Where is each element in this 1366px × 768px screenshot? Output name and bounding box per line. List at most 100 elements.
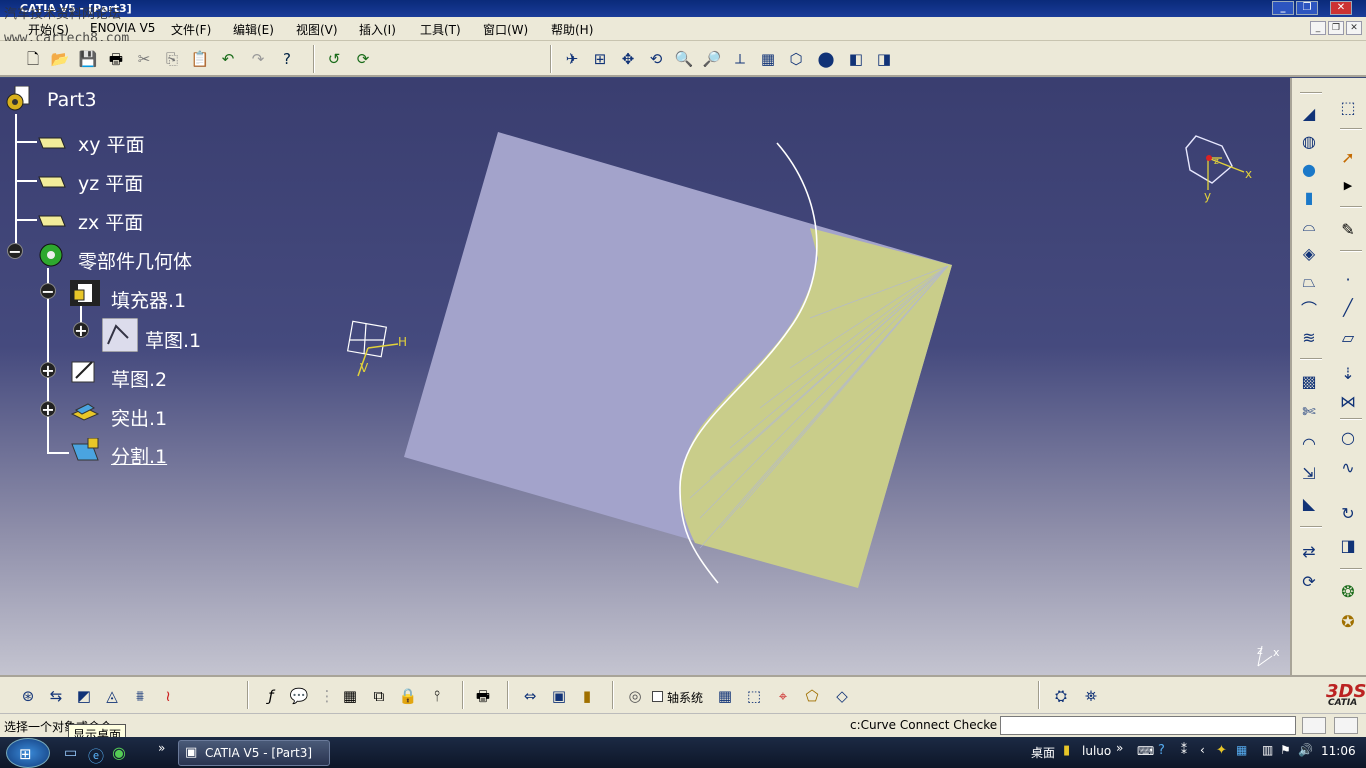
cut-icon[interactable]: ✂	[133, 48, 155, 70]
join-icon[interactable]: ▩	[1297, 370, 1321, 394]
design-table-icon[interactable]: ⋮	[316, 685, 338, 707]
close-button[interactable]: ✕	[1330, 1, 1352, 15]
print-icon[interactable]: 🖶	[105, 48, 127, 70]
status-button-2[interactable]	[1334, 717, 1358, 734]
geometry-canvas[interactable]: H V x y z x z	[0, 78, 1290, 675]
construction-icon[interactable]: ⬠	[801, 685, 823, 707]
tray-app2-icon[interactable]: ▦	[1236, 743, 1247, 757]
sketcher-icon[interactable]: ⬚	[1336, 96, 1360, 120]
sketch-tool-icon[interactable]: ✎	[1336, 218, 1360, 242]
tray-arrow-icon[interactable]: ‹	[1200, 743, 1205, 757]
analysis-icon[interactable]: ⛯	[1080, 685, 1102, 707]
repetition-icon[interactable]: ↻	[1336, 502, 1360, 526]
apply-material-icon[interactable]: ⇔	[519, 685, 541, 707]
sphere-icon[interactable]: ●	[1297, 158, 1321, 182]
copy-icon[interactable]: ⎘	[161, 48, 183, 70]
status-button-1[interactable]	[1302, 717, 1326, 734]
clock[interactable]: 11:06	[1321, 744, 1356, 758]
surface-analysis-icon[interactable]: ◨	[1336, 534, 1360, 558]
menu-file[interactable]: 文件(F)	[171, 21, 211, 38]
start-button[interactable]: ⊞	[6, 738, 50, 768]
offset-surface-icon[interactable]: ⌓	[1297, 214, 1321, 238]
collapse-toggle[interactable]: −	[7, 243, 23, 260]
tree-item-zx-plane[interactable]: zx 平面	[78, 208, 143, 235]
loft-icon[interactable]: ⌒	[1297, 298, 1321, 322]
tree-root-label[interactable]: Part3	[47, 89, 97, 111]
snap-to-point-icon[interactable]: ⌖	[772, 685, 794, 707]
tree-item-sketch2[interactable]: 草图.2	[111, 365, 167, 392]
cylinder-icon[interactable]: ▮	[1297, 186, 1321, 210]
user-toolbar-label[interactable]: luluo	[1082, 744, 1111, 758]
tree-item-pad[interactable]: 突出.1	[111, 404, 167, 431]
menu-window[interactable]: 窗口(W)	[483, 21, 528, 38]
fill-icon[interactable]	[70, 280, 100, 306]
select-arrow-icon[interactable]: ➚	[1336, 146, 1360, 170]
zoom-out-icon[interactable]: 🔎	[701, 48, 723, 70]
fit-all-icon[interactable]: ⊞	[589, 48, 611, 70]
part-gear-icon[interactable]	[3, 86, 33, 112]
multi-view-icon[interactable]: ▦	[757, 48, 779, 70]
extrude-surface-icon[interactable]: ◢	[1297, 102, 1321, 126]
photo-icon[interactable]: ▣	[548, 685, 570, 707]
tree-item-sketch1[interactable]: 草图.1	[145, 326, 201, 353]
porcupine-icon[interactable]: ⩩	[129, 685, 151, 707]
show-desktop-icon[interactable]: ▭	[64, 745, 77, 761]
menu-help[interactable]: 帮助(H)	[551, 21, 593, 38]
doc-restore-button[interactable]: ❐	[1328, 21, 1344, 35]
expand-toggle[interactable]: +	[73, 322, 89, 339]
redo-icon[interactable]: ↷	[247, 48, 269, 70]
fillet-icon[interactable]: ◣	[1297, 492, 1321, 516]
update-all-icon[interactable]: ⟳	[352, 48, 374, 70]
formula-icon[interactable]: ƒ	[260, 685, 282, 707]
pan-icon[interactable]: ✥	[617, 48, 639, 70]
line-icon[interactable]: ╱	[1336, 296, 1360, 320]
swap-space-icon[interactable]: ◨	[873, 48, 895, 70]
volume-icon[interactable]: 🔊	[1298, 743, 1313, 757]
table-icon[interactable]: ▦	[339, 685, 361, 707]
axis-system-checkbox[interactable]	[652, 691, 663, 702]
expand-toggle[interactable]: +	[40, 362, 56, 379]
tree-item-fill[interactable]: 填充器.1	[111, 286, 186, 313]
whats-this-icon[interactable]: ?	[276, 48, 298, 70]
shading-icon[interactable]: ⬤	[815, 48, 837, 70]
fly-mode-icon[interactable]: ✈	[561, 48, 583, 70]
ie-icon[interactable]: ⓔ	[88, 743, 104, 767]
curvature-comb-icon[interactable]: ≀	[157, 685, 179, 707]
knowledge-icon[interactable]: ❂	[1336, 580, 1360, 604]
lock-icon[interactable]: 🔒	[397, 685, 419, 707]
body-gear-icon[interactable]	[36, 242, 66, 268]
normal-view-icon[interactable]: ⟂	[729, 48, 751, 70]
plane-icon[interactable]	[37, 169, 67, 195]
save-icon[interactable]: 💾	[77, 48, 99, 70]
sweep-icon[interactable]: ◈	[1297, 242, 1321, 266]
open-icon[interactable]: 📂	[49, 48, 71, 70]
flag-icon[interactable]: ⚑	[1280, 743, 1291, 757]
plane-icon[interactable]	[37, 208, 67, 234]
desktop-toolbar-label[interactable]: 桌面	[1031, 744, 1055, 761]
work-on-support-icon[interactable]: ⬚	[743, 685, 765, 707]
blend-icon[interactable]: ≋	[1297, 326, 1321, 350]
network-icon[interactable]: ▥	[1262, 743, 1273, 757]
undo-icon[interactable]: ↶	[217, 48, 239, 70]
grid-icon[interactable]: ▦	[714, 685, 736, 707]
projection-icon[interactable]: ⇣	[1336, 362, 1360, 386]
paste-icon[interactable]: 📋	[189, 48, 211, 70]
tree-item-part-body[interactable]: 零部件几何体	[78, 247, 192, 274]
spline-icon[interactable]: ∿	[1336, 456, 1360, 480]
sketch-icon[interactable]	[102, 318, 138, 352]
collapse-toggle[interactable]: −	[40, 283, 56, 300]
rotate-icon[interactable]: ⟲	[645, 48, 667, 70]
intersection-icon[interactable]: ⋈	[1336, 390, 1360, 414]
command-input[interactable]	[1000, 716, 1296, 735]
plane-system-icon[interactable]: ◇	[831, 685, 853, 707]
tree-item-split[interactable]: 分割.1	[111, 442, 167, 469]
menu-tools[interactable]: 工具(T)	[420, 21, 461, 38]
restore-button[interactable]: ❐	[1296, 1, 1318, 15]
plane-tool-icon[interactable]: ▱	[1336, 326, 1360, 350]
browser-icon[interactable]: ◉	[112, 743, 126, 762]
split-icon[interactable]	[70, 438, 100, 464]
help-icon[interactable]: ?	[1158, 743, 1165, 758]
doc-minimize-button[interactable]: _	[1310, 21, 1326, 35]
menu-insert[interactable]: 插入(I)	[359, 21, 396, 38]
hide-show-icon[interactable]: ◧	[845, 48, 867, 70]
